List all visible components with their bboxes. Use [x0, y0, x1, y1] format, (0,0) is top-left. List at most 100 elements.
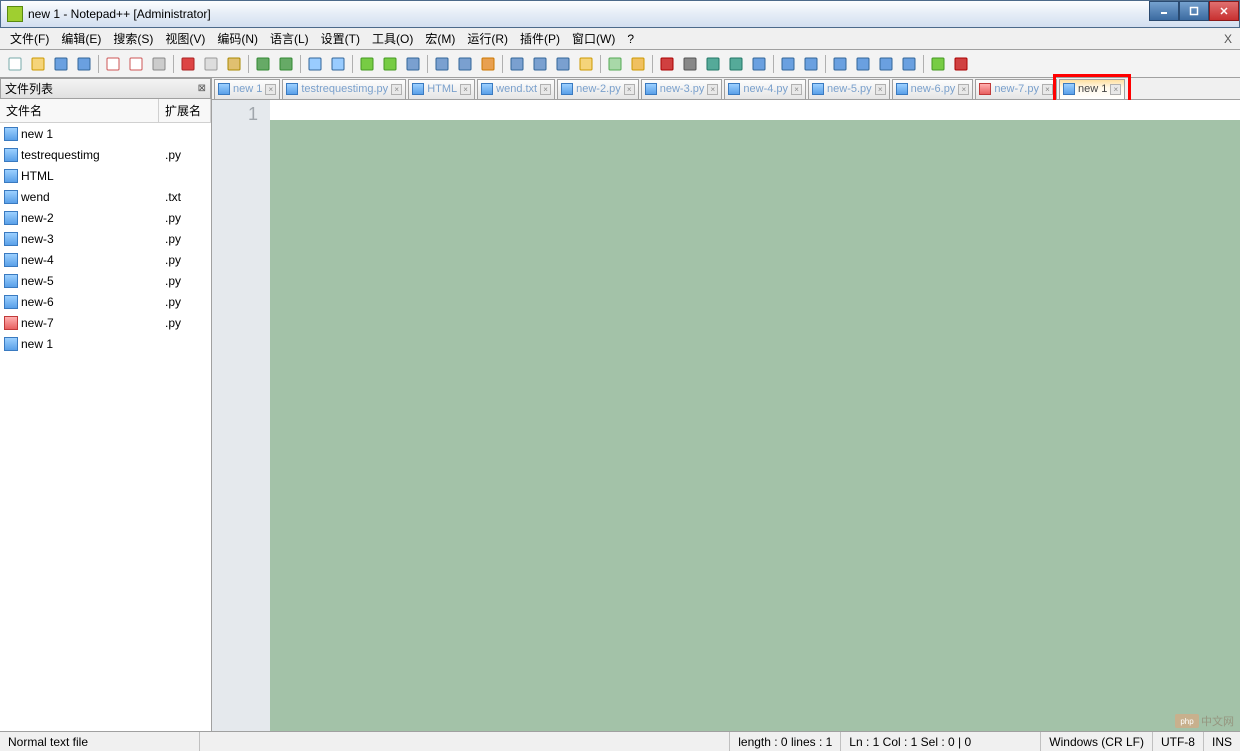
- next-icon[interactable]: [852, 53, 874, 75]
- file-name-text: wend: [21, 190, 50, 204]
- tab-4[interactable]: new-2.py×: [557, 79, 639, 99]
- tab-close-icon[interactable]: ×: [958, 84, 969, 95]
- tab-close-icon[interactable]: ×: [624, 84, 635, 95]
- tab-file-icon: [481, 83, 493, 95]
- save-all-icon[interactable]: [73, 53, 95, 75]
- tab-close-icon[interactable]: ×: [875, 84, 886, 95]
- print-icon[interactable]: [148, 53, 170, 75]
- file-ext-text: .txt: [159, 190, 211, 204]
- tab-close-icon[interactable]: ×: [791, 84, 802, 95]
- file-row[interactable]: new-4.py: [0, 249, 211, 270]
- menu-3[interactable]: 视图(V): [159, 28, 211, 49]
- menu-4[interactable]: 编码(N): [211, 28, 264, 49]
- left-icon[interactable]: [777, 53, 799, 75]
- minimize-button[interactable]: [1149, 1, 1179, 21]
- paste-icon[interactable]: [223, 53, 245, 75]
- tab-2[interactable]: HTML×: [408, 79, 475, 99]
- wrap-icon[interactable]: [431, 53, 453, 75]
- tab-1[interactable]: testrequestimg.py×: [282, 79, 406, 99]
- prev-icon[interactable]: [829, 53, 851, 75]
- tab-close-icon[interactable]: ×: [1110, 84, 1121, 95]
- menu-5[interactable]: 语言(L): [264, 28, 315, 49]
- record-icon[interactable]: [656, 53, 678, 75]
- prev-mark-icon[interactable]: [875, 53, 897, 75]
- menu-12[interactable]: ?: [621, 30, 640, 48]
- tab-close-icon[interactable]: ×: [391, 84, 402, 95]
- show-all-icon[interactable]: [454, 53, 476, 75]
- doc-map-icon[interactable]: [529, 53, 551, 75]
- zoom-in-icon[interactable]: [356, 53, 378, 75]
- next-mark-icon[interactable]: [898, 53, 920, 75]
- stop-icon[interactable]: [679, 53, 701, 75]
- file-row[interactable]: new-6.py: [0, 291, 211, 312]
- menubar-close-icon[interactable]: X: [1224, 32, 1232, 46]
- close-icon[interactable]: [102, 53, 124, 75]
- watermark-tag: php: [1175, 714, 1199, 728]
- func-list-icon[interactable]: [552, 53, 574, 75]
- col-extension[interactable]: 扩展名: [159, 99, 211, 122]
- menu-2[interactable]: 搜索(S): [107, 28, 159, 49]
- text-area[interactable]: [270, 100, 1240, 731]
- file-name-text: new 1: [21, 337, 53, 351]
- menu-8[interactable]: 宏(M): [419, 28, 461, 49]
- menu-6[interactable]: 设置(T): [315, 28, 366, 49]
- close-all-icon[interactable]: [125, 53, 147, 75]
- find-icon[interactable]: [304, 53, 326, 75]
- file-row[interactable]: new-3.py: [0, 228, 211, 249]
- tab-5[interactable]: new-3.py×: [641, 79, 723, 99]
- redo-icon[interactable]: [275, 53, 297, 75]
- lang-icon[interactable]: [506, 53, 528, 75]
- tab-close-icon[interactable]: ×: [1042, 84, 1053, 95]
- zoom-out-icon[interactable]: [379, 53, 401, 75]
- folder-icon[interactable]: [575, 53, 597, 75]
- close-button[interactable]: [1209, 1, 1239, 21]
- file-row[interactable]: testrequestimg.py: [0, 144, 211, 165]
- menu-11[interactable]: 窗口(W): [566, 28, 621, 49]
- replace-icon[interactable]: [327, 53, 349, 75]
- menu-0[interactable]: 文件(F): [4, 28, 55, 49]
- copy-icon[interactable]: [200, 53, 222, 75]
- menu-9[interactable]: 运行(R): [461, 28, 514, 49]
- menu-10[interactable]: 插件(P): [514, 28, 566, 49]
- tab-6[interactable]: new-4.py×: [724, 79, 806, 99]
- toolbar-separator: [502, 55, 503, 73]
- cut-icon[interactable]: [177, 53, 199, 75]
- file-row[interactable]: new 1: [0, 333, 211, 354]
- file-row[interactable]: HTML: [0, 165, 211, 186]
- open-icon[interactable]: [27, 53, 49, 75]
- col-filename[interactable]: 文件名: [0, 99, 159, 122]
- tab-close-icon[interactable]: ×: [707, 84, 718, 95]
- save-macro-icon[interactable]: [748, 53, 770, 75]
- abc-icon[interactable]: [950, 53, 972, 75]
- tab-9[interactable]: new-7.py×: [975, 79, 1057, 99]
- file-row[interactable]: wend .txt: [0, 186, 211, 207]
- panel-close-icon[interactable]: ⊠: [198, 83, 206, 94]
- sync-v-icon[interactable]: [402, 53, 424, 75]
- file-row[interactable]: new-7.py: [0, 312, 211, 333]
- file-row[interactable]: new-5.py: [0, 270, 211, 291]
- tab-close-icon[interactable]: ×: [540, 84, 551, 95]
- tab-10[interactable]: new 1×: [1059, 79, 1125, 99]
- indent-guide-icon[interactable]: [477, 53, 499, 75]
- tab-8[interactable]: new-6.py×: [892, 79, 974, 99]
- maximize-button[interactable]: [1179, 1, 1209, 21]
- tab-close-icon[interactable]: ×: [265, 84, 276, 95]
- file-row[interactable]: new 1: [0, 123, 211, 144]
- play-multi-icon[interactable]: [725, 53, 747, 75]
- spellcheck-icon[interactable]: [927, 53, 949, 75]
- tab-close-icon[interactable]: ×: [460, 84, 471, 95]
- play-icon[interactable]: [702, 53, 724, 75]
- new-file-icon[interactable]: [4, 53, 26, 75]
- menu-1[interactable]: 编辑(E): [55, 28, 107, 49]
- tab-0[interactable]: new 1×: [214, 79, 280, 99]
- right-icon[interactable]: [800, 53, 822, 75]
- comment-icon[interactable]: [627, 53, 649, 75]
- tab-3[interactable]: wend.txt×: [477, 79, 555, 99]
- monitor-icon[interactable]: [604, 53, 626, 75]
- save-icon[interactable]: [50, 53, 72, 75]
- tab-7[interactable]: new-5.py×: [808, 79, 890, 99]
- menu-7[interactable]: 工具(O): [366, 28, 419, 49]
- undo-icon[interactable]: [252, 53, 274, 75]
- tab-file-icon: [896, 83, 908, 95]
- file-row[interactable]: new-2.py: [0, 207, 211, 228]
